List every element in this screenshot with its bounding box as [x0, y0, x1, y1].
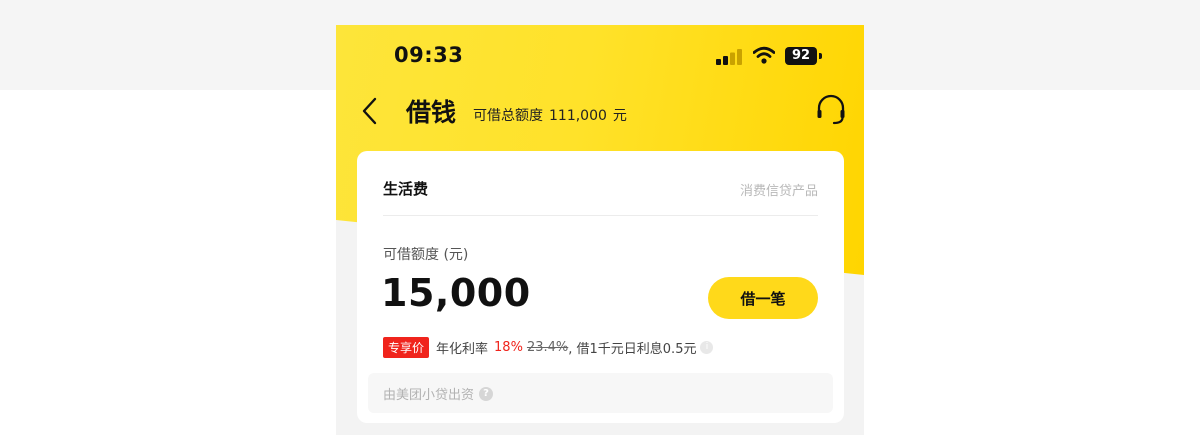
battery-cap: [819, 53, 822, 59]
annual-rate-label: 年化利率: [436, 342, 489, 357]
total-credit-unit: 元: [612, 108, 627, 124]
loan-product-card: 生活费 消费信贷产品 可借额度 (元) 15,000 借一笔 专享价 年化利率 …: [357, 151, 844, 423]
current-rate: 18%: [494, 340, 523, 355]
back-arrow-icon[interactable]: [360, 97, 380, 125]
card-divider: [383, 215, 818, 216]
status-bar: 09:33 92: [336, 25, 864, 87]
battery-level: 92: [785, 47, 817, 65]
signal-icon: [716, 49, 742, 65]
interest-rate-row: 专享价 年化利率 18% 23.4% , 借1千元日利息0.5元 i: [383, 337, 714, 358]
lender-info: 由美团小贷出资 ?: [383, 384, 494, 403]
promo-badge: 专享价: [383, 337, 430, 358]
lender-box: 由美团小贷出资 ?: [368, 373, 833, 413]
original-rate: 23.4%: [526, 340, 569, 355]
headset-icon[interactable]: [814, 93, 848, 127]
available-limit-amount: 15,000: [381, 271, 531, 315]
borrow-button[interactable]: 借一笔: [708, 277, 818, 319]
total-credit-summary: 可借总额度 111,000 元: [473, 105, 627, 125]
page-title: 借钱: [406, 98, 457, 127]
total-credit-label: 可借总额度: [473, 108, 543, 124]
lender-text: 由美团小贷出资: [383, 388, 475, 403]
available-limit-label: 可借额度 (元): [383, 247, 469, 263]
total-credit-amount: 111,000: [549, 108, 607, 124]
phone-screen: 09:33 92 借钱 可借总额度 111,000 元 生活费 消费信贷产品 可…: [336, 25, 864, 435]
battery-icon: 92: [785, 47, 823, 65]
help-icon[interactable]: ?: [479, 386, 494, 401]
info-icon[interactable]: i: [700, 341, 714, 354]
product-name: 生活费: [383, 180, 429, 198]
daily-interest-note: , 借1千元日利息0.5元: [568, 342, 697, 357]
product-type: 消费信贷产品: [739, 184, 818, 199]
status-time: 09:33: [394, 43, 464, 67]
wifi-icon: [753, 46, 775, 64]
